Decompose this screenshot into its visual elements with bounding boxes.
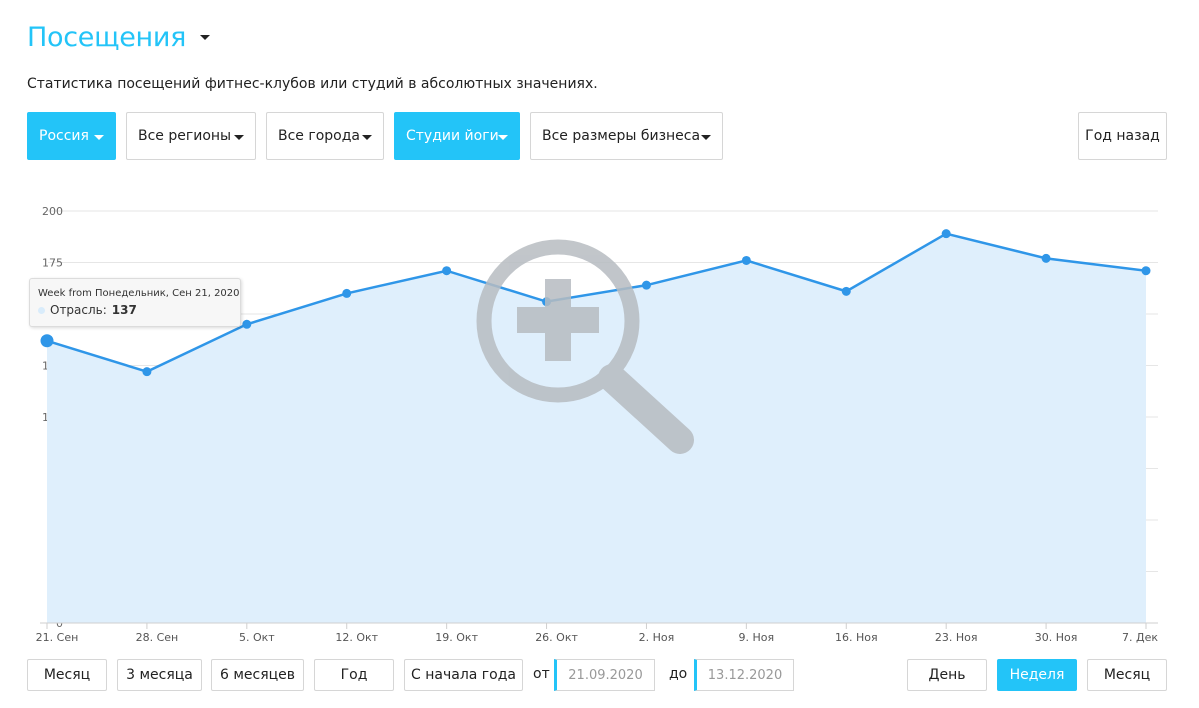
- data-point: [1141, 266, 1151, 276]
- chevron-down-icon: [94, 135, 104, 140]
- data-point: [1041, 253, 1051, 263]
- x-tick-label: 16. Ноя: [835, 631, 878, 644]
- data-point: [641, 280, 651, 290]
- x-axis: 21. Сен 28. Сен 5. Окт 12. Окт 19. Окт 26. Ок…: [36, 622, 1158, 644]
- date-to-label: до: [669, 666, 688, 682]
- filter-country-label: Россия: [39, 128, 89, 144]
- data-point: [142, 367, 152, 377]
- filter-city[interactable]: Все города: [266, 112, 384, 160]
- filter-region-label: Все регионы: [138, 128, 232, 144]
- chevron-down-icon[interactable]: [200, 35, 211, 40]
- page-title: Посещения: [27, 22, 187, 53]
- tooltip-header: Week from Понедельник, Сен 21, 2020: [38, 288, 240, 299]
- tooltip-series-label: Отрасль:: [50, 303, 107, 317]
- granularity-month-button[interactable]: Месяц: [1087, 659, 1167, 691]
- date-to-input[interactable]: [694, 659, 794, 691]
- visits-chart[interactable]: 0255075100125175200 21. Сен28. Сен5. Окт…: [0, 195, 1199, 650]
- period-6-months-button[interactable]: 6 месяцев: [211, 659, 304, 691]
- series-marker-icon: [38, 306, 45, 314]
- x-tick-label: 12. Окт: [335, 631, 378, 644]
- granularity-day-button[interactable]: День: [907, 659, 987, 691]
- date-from-input[interactable]: [554, 659, 655, 691]
- filter-city-label: Все города: [278, 128, 360, 144]
- chevron-down-icon: [362, 135, 372, 140]
- x-tick-label: 23. Ноя: [935, 631, 978, 644]
- x-tick-label: 21. Сен: [36, 631, 79, 644]
- x-tick-label: 30. Ноя: [1035, 631, 1078, 644]
- chevron-down-icon: [234, 135, 244, 140]
- year-back-button[interactable]: Год назад: [1078, 112, 1167, 160]
- filter-business-size-label: Все размеры бизнеса: [542, 128, 701, 144]
- y-tick-label: 175: [42, 257, 63, 270]
- x-tick-label: 19. Окт: [435, 631, 478, 644]
- filter-category-label: Студии йоги: [406, 128, 499, 144]
- period-month-button[interactable]: Месяц: [27, 659, 107, 691]
- data-point: [342, 288, 352, 298]
- tooltip-value: 137: [111, 303, 137, 317]
- data-point: [941, 229, 951, 239]
- data-point: [741, 255, 751, 265]
- chart-tooltip: Week from Понедельник, Сен 21, 2020 Отра…: [29, 278, 241, 327]
- x-tick-label: 9. Ноя: [739, 631, 775, 644]
- chevron-down-icon: [498, 135, 508, 140]
- x-tick-label: 2. Ноя: [639, 631, 675, 644]
- data-point: [442, 266, 452, 276]
- filter-country[interactable]: Россия: [27, 112, 116, 160]
- x-tick-label: 5. Окт: [239, 631, 275, 644]
- chevron-down-icon: [701, 135, 711, 140]
- tooltip-row: Отрасль: 137: [38, 303, 240, 317]
- date-from-label: от: [533, 666, 550, 682]
- granularity-week-button[interactable]: Неделя: [997, 659, 1077, 691]
- period-3-months-button[interactable]: 3 месяца: [117, 659, 202, 691]
- period-ytd-button[interactable]: С начала года: [404, 659, 523, 691]
- filter-business-size[interactable]: Все размеры бизнеса: [530, 112, 723, 160]
- data-point: [242, 319, 252, 329]
- y-tick-label: 200: [42, 205, 63, 218]
- data-point: [841, 286, 851, 296]
- filter-category[interactable]: Студии йоги: [394, 112, 520, 160]
- x-tick-label: 7. Дек: [1122, 631, 1158, 644]
- title-row[interactable]: Посещения: [27, 22, 211, 53]
- x-tick-label: 26. Окт: [535, 631, 578, 644]
- page-subtitle: Статистика посещений фитнес-клубов или с…: [27, 76, 598, 92]
- x-tick-label: 28. Сен: [136, 631, 179, 644]
- filter-region[interactable]: Все регионы: [126, 112, 256, 160]
- period-year-button[interactable]: Год: [314, 659, 394, 691]
- data-point: [40, 334, 54, 348]
